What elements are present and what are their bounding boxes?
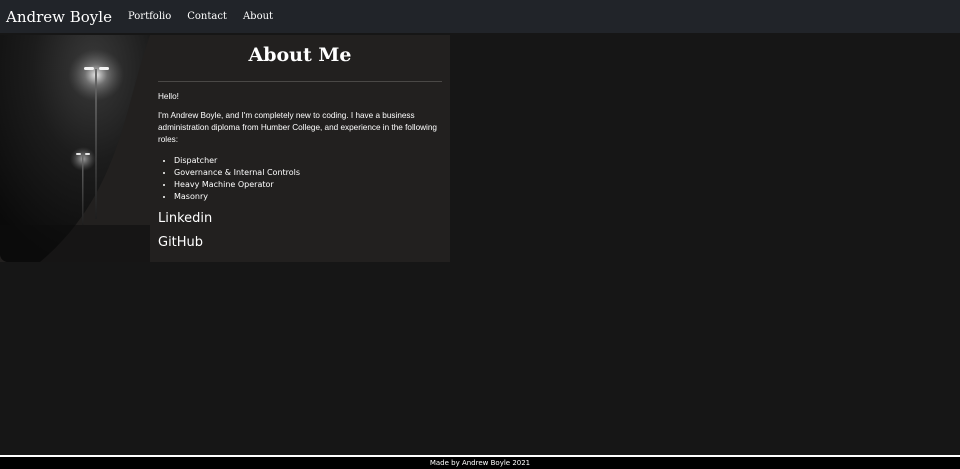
streetlight-photo (0, 35, 150, 262)
footer-text: Made by Andrew Boyle 2021 (429, 459, 531, 467)
page-title: About Me (248, 44, 352, 66)
list-item: Masonry (174, 191, 442, 203)
intro-paragraph: I'm Andrew Boyle, and I'm completely new… (158, 110, 437, 144)
linkedin-link[interactable]: Linkedin (158, 210, 442, 228)
title-divider (158, 80, 442, 82)
list-item: Governance & Internal Controls (174, 167, 442, 179)
streetlight-image (0, 35, 150, 262)
nav-link-contact[interactable]: Contact (187, 11, 227, 22)
nav-link-portfolio[interactable]: Portfolio (128, 11, 171, 22)
greeting-text: Hello! (158, 91, 179, 101)
list-item: Dispatcher (174, 155, 442, 167)
brand-link[interactable]: Andrew Boyle (6, 8, 112, 26)
about-section: About Me Hello! I'm Andrew Boyle, and I'… (0, 35, 450, 262)
roles-list: Dispatcher Governance & Internal Control… (158, 155, 442, 203)
top-navbar: Andrew Boyle Portfolio Contact About (0, 0, 960, 33)
about-text-column: About Me Hello! I'm Andrew Boyle, and I'… (158, 35, 442, 252)
github-link[interactable]: GitHub (158, 234, 442, 252)
nav-link-about[interactable]: About (243, 11, 273, 22)
page-footer: Made by Andrew Boyle 2021 (0, 455, 960, 469)
list-item: Heavy Machine Operator (174, 179, 442, 191)
